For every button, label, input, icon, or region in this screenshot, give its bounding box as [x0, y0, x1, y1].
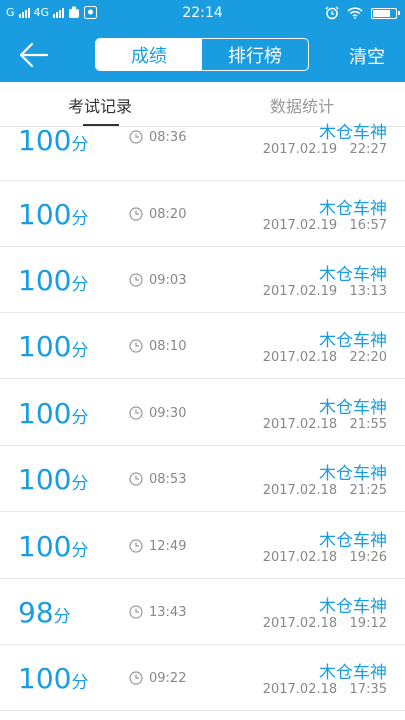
tab-exam-records[interactable]: 考试记录: [68, 93, 132, 117]
list-item[interactable]: 100分 12:49 木仓车神 2017.02.18 19:26: [0, 513, 405, 579]
datetime: 2017.02.18 21:55: [262, 417, 387, 432]
datetime: 2017.02.18 17:35: [262, 682, 387, 697]
status-bar: G 4G 22:14: [0, 0, 405, 28]
list-item[interactable]: 100分 09:30 木仓车神 2017.02.18 21:55: [0, 380, 405, 446]
datetime: 2017.02.19 22:27: [262, 142, 387, 157]
user-name: 木仓车神: [319, 531, 387, 551]
duration: 08:53: [149, 472, 187, 487]
tab-statistics[interactable]: 数据统计: [270, 93, 334, 117]
user-name: 木仓车神: [319, 265, 387, 285]
user-name: 木仓车神: [319, 663, 387, 683]
battery-icon: [371, 7, 400, 19]
duration: 09:22: [149, 671, 187, 686]
clock-icon: [129, 472, 143, 486]
status-right: [325, 6, 400, 20]
clock-icon: [129, 671, 143, 685]
datetime: 2017.02.19 13:13: [262, 284, 387, 299]
tab-leaderboard[interactable]: 排行榜: [202, 39, 308, 70]
datetime: 2017.02.18 19:12: [262, 616, 387, 631]
duration: 09:30: [149, 406, 187, 421]
duration: 08:10: [149, 339, 187, 354]
list-item[interactable]: 98分 13:43 木仓车神 2017.02.18 19:12: [0, 579, 405, 645]
app-bar: 成绩 排行榜 清空: [0, 28, 405, 82]
datetime: 2017.02.19 16:57: [262, 218, 387, 233]
list-item[interactable]: 100分 08:36 木仓车神 2017.02.19 22:27: [0, 115, 405, 181]
score: 100分: [18, 397, 89, 430]
back-arrow-icon[interactable]: [18, 40, 50, 70]
clock-icon: [129, 130, 143, 144]
list-item[interactable]: 100分 08:10 木仓车神 2017.02.18 22:20: [0, 313, 405, 379]
list-item[interactable]: 100分 09:22 木仓车神 2017.02.18 17:35: [0, 645, 405, 711]
score: 100分: [18, 264, 89, 297]
score: 100分: [18, 530, 89, 563]
list-item[interactable]: 100分 09:03 木仓车神 2017.02.19 13:13: [0, 247, 405, 313]
clear-button[interactable]: 清空: [349, 43, 385, 69]
list-item[interactable]: 100分 08:20 木仓车神 2017.02.19 16:57: [0, 181, 405, 247]
score: 100分: [18, 330, 89, 363]
user-name: 木仓车神: [319, 398, 387, 418]
user-name: 木仓车神: [319, 464, 387, 484]
score: 100分: [18, 662, 89, 695]
user-name: 木仓车神: [319, 123, 387, 143]
user-name: 木仓车神: [319, 199, 387, 219]
duration: 09:03: [149, 273, 187, 288]
clock-icon: [129, 339, 143, 353]
clock-icon: [129, 406, 143, 420]
user-name: 木仓车神: [319, 331, 387, 351]
datetime: 2017.02.18 21:25: [262, 483, 387, 498]
wifi-icon: [347, 7, 363, 19]
clock-icon: [129, 605, 143, 619]
user-name: 木仓车神: [319, 597, 387, 617]
alarm-icon: [325, 6, 339, 20]
duration: 08:36: [149, 130, 187, 145]
score: 100分: [18, 198, 89, 231]
tab-scores[interactable]: 成绩: [96, 39, 202, 70]
score: 98分: [18, 596, 71, 629]
duration: 13:43: [149, 605, 187, 620]
score: 100分: [18, 124, 89, 157]
segmented-control: 成绩 排行榜: [95, 38, 309, 71]
clock-icon: [129, 539, 143, 553]
datetime: 2017.02.18 22:20: [262, 350, 387, 365]
datetime: 2017.02.18 19:26: [262, 550, 387, 565]
clock-icon: [129, 273, 143, 287]
list-item[interactable]: 100分 08:53 木仓车神 2017.02.18 21:25: [0, 446, 405, 512]
duration: 08:20: [149, 207, 187, 222]
duration: 12:49: [149, 539, 187, 554]
clock-icon: [129, 207, 143, 221]
score: 100分: [18, 463, 89, 496]
